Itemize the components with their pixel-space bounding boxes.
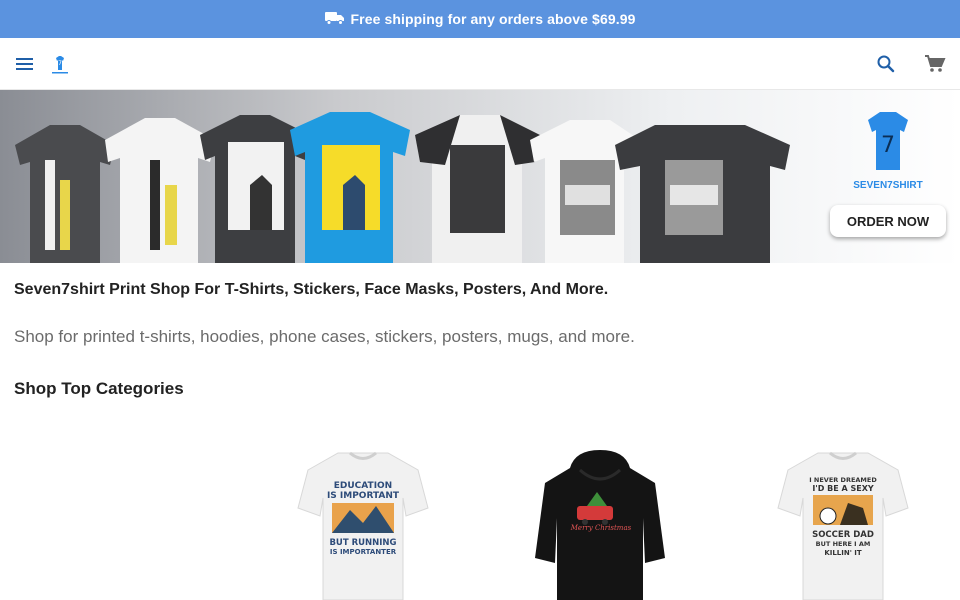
cart-icon[interactable] [924, 54, 946, 74]
search-icon[interactable] [876, 54, 896, 74]
hero-banner[interactable]: 7 SEVEN7SHIRT ORDER NOW [0, 90, 960, 263]
truck-icon [324, 11, 345, 28]
categories-heading: Shop Top Categories [14, 379, 184, 398]
logo-icon[interactable]: 7 [48, 52, 72, 76]
print-line: KILLIN' IT [824, 549, 862, 557]
black-hoodie-image: Merry Christmas [535, 450, 665, 600]
product-card-christmas-hoodie[interactable]: Merry Christmas [525, 448, 675, 600]
print-line: Merry Christmas [570, 524, 632, 532]
tshirt-lineup-image: 7 [15, 112, 908, 263]
site-header: 7 [0, 38, 960, 90]
promo-text: Free shipping for any orders above $69.9… [350, 11, 636, 27]
page-title: Seven7shirt Print Shop For T-Shirts, Sti… [14, 281, 609, 298]
menu-icon[interactable] [14, 54, 36, 74]
print-line: I NEVER DREAMED [809, 476, 877, 484]
print-line: I'D BE A SEXY [812, 484, 874, 493]
print-line: IS IMPORTANTER [330, 548, 397, 556]
page-subtitle: Shop for printed t-shirts, hoodies, phon… [14, 327, 635, 346]
svg-text:7: 7 [881, 133, 895, 158]
print-line: SOCCER DAD [812, 530, 874, 540]
svg-text:7: 7 [58, 60, 62, 67]
promo-bar: Free shipping for any orders above $69.9… [0, 0, 960, 38]
product-card-soccer-dad-tshirt[interactable]: I NEVER DREAMED I'D BE A SEXY SOCCER DAD… [768, 448, 918, 600]
product-card-education-tshirt[interactable]: EDUCATION IS IMPORTANT BUT RUNNING IS IM… [288, 448, 438, 600]
print-line: BUT RUNNING [329, 538, 396, 548]
print-line: BUT HERE I AM [816, 540, 871, 548]
white-tshirt-image: EDUCATION IS IMPORTANT BUT RUNNING IS IM… [297, 451, 429, 600]
order-now-button[interactable]: ORDER NOW [830, 205, 946, 237]
banner-brand-text: SEVEN7SHIRT [853, 180, 923, 191]
print-line: EDUCATION [334, 481, 392, 491]
print-line: IS IMPORTANT [327, 491, 400, 501]
white-tshirt-image: I NEVER DREAMED I'D BE A SEXY SOCCER DAD… [777, 451, 909, 600]
